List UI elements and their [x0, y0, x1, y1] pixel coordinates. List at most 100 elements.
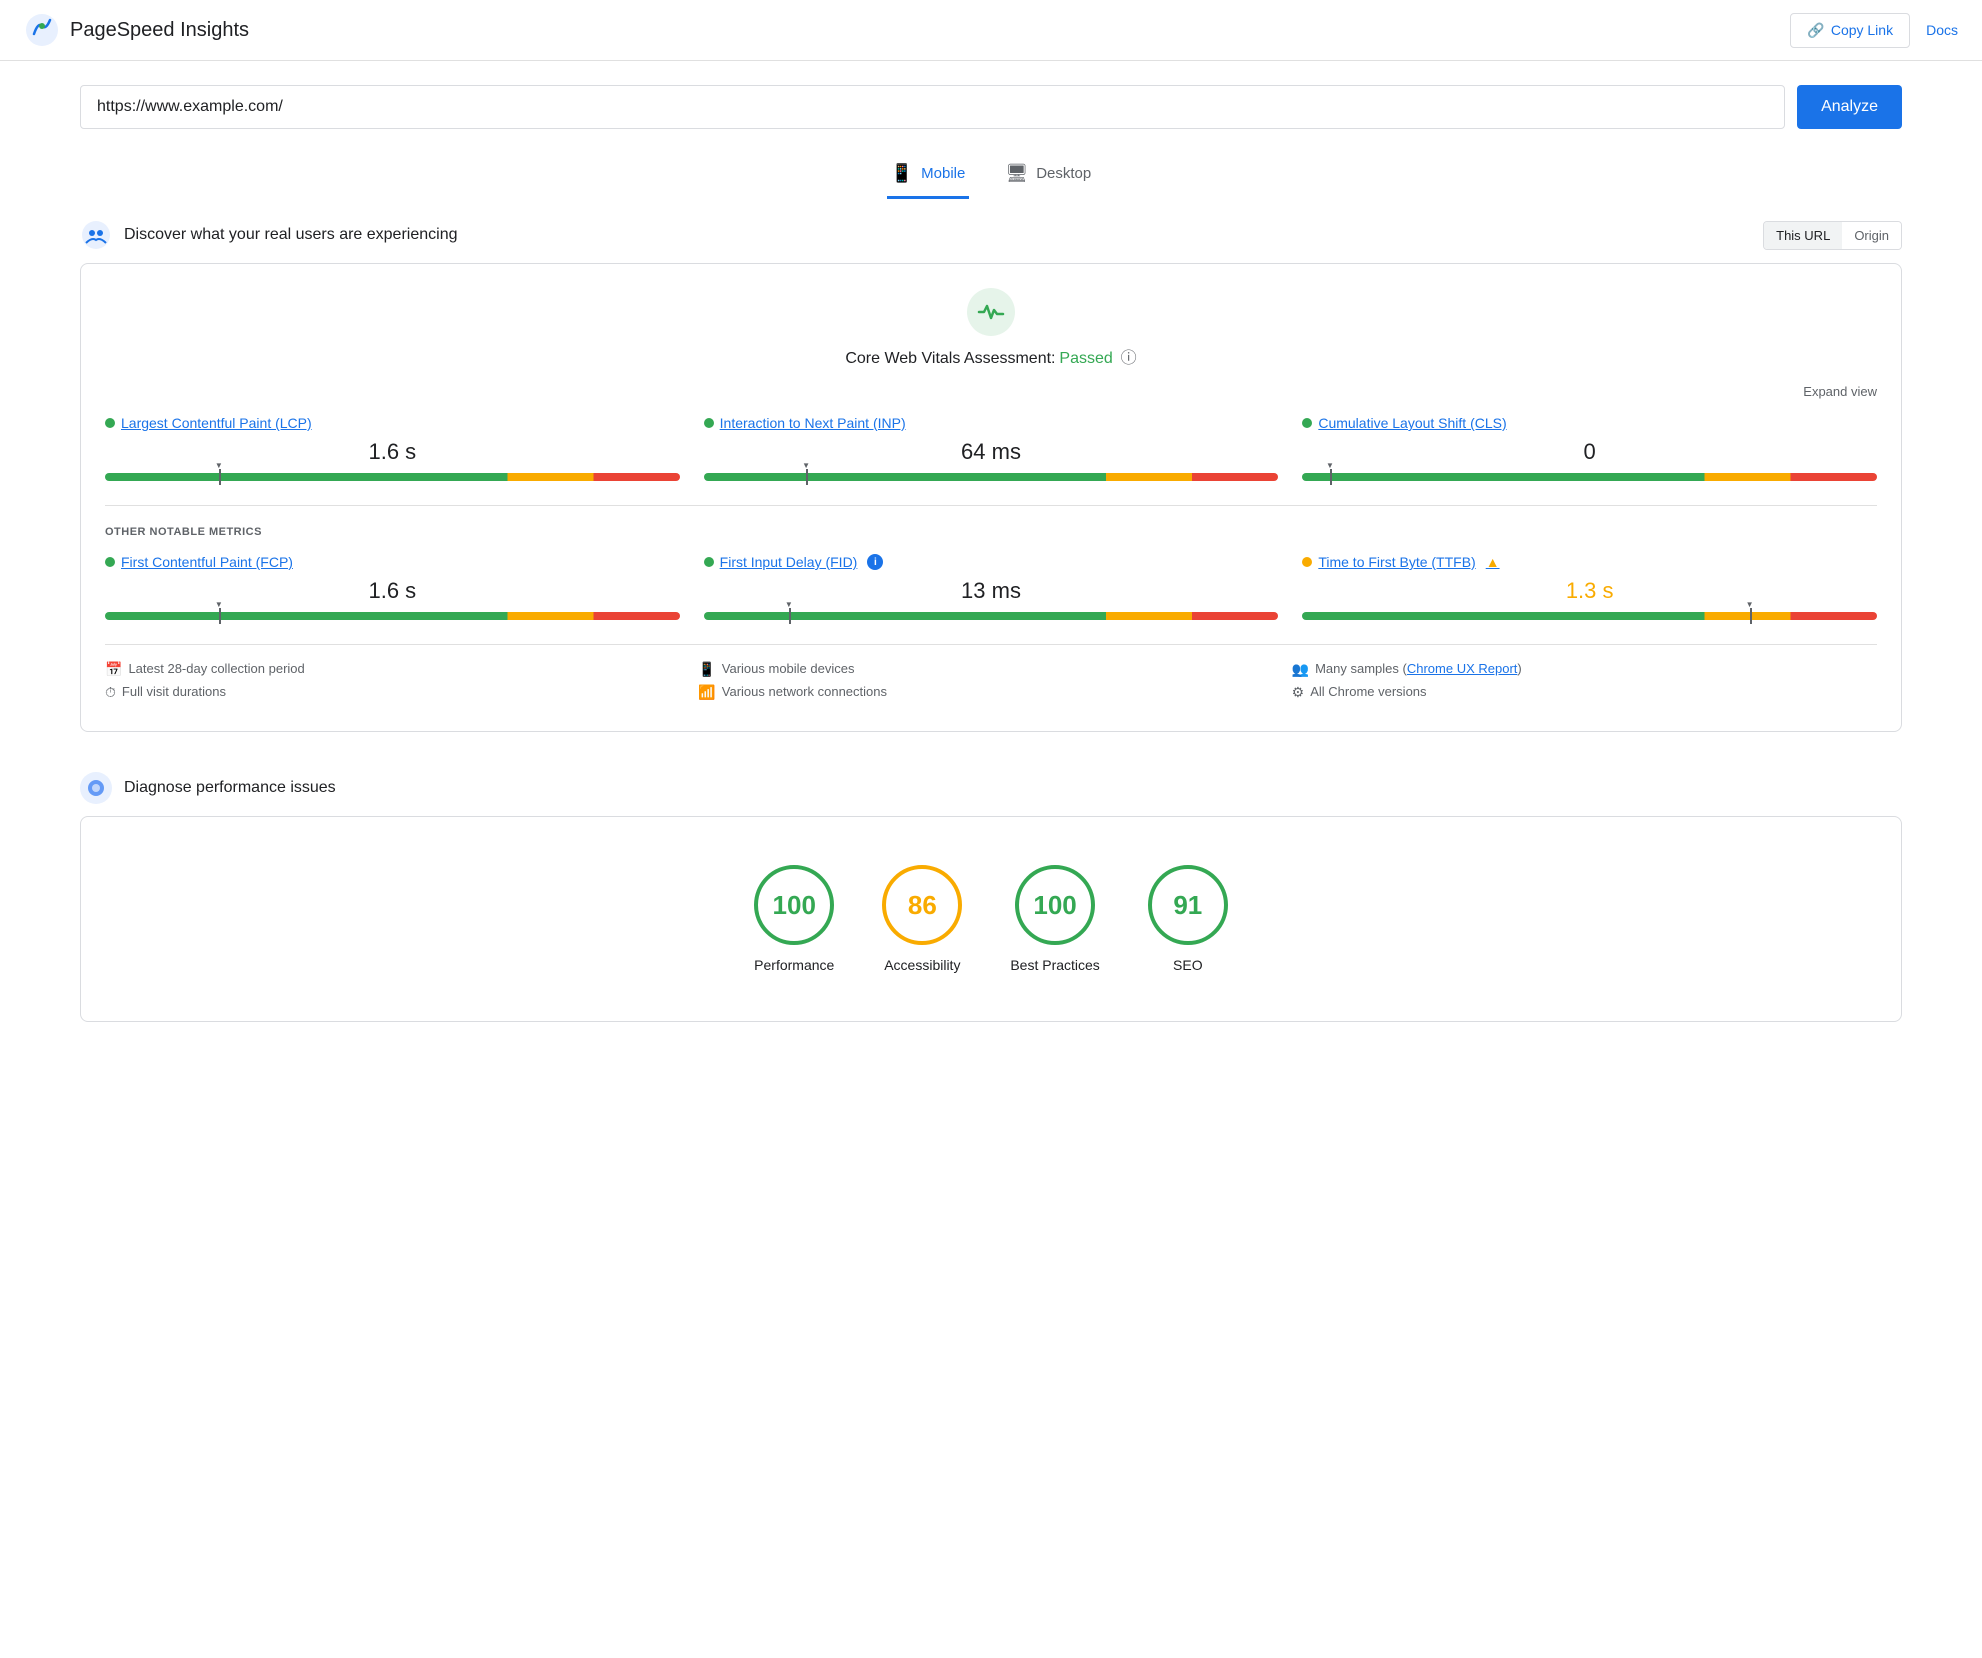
fcp-marker [219, 608, 221, 624]
other-metrics-label: OTHER NOTABLE METRICS [105, 526, 1877, 538]
lcp-progress [105, 473, 680, 481]
fcp-label[interactable]: First Contentful Paint (FCP) [105, 554, 680, 570]
lcp-marker [219, 469, 221, 485]
fcp-track [105, 612, 680, 620]
cls-status-dot [1302, 418, 1312, 428]
footer-chrome-versions: ⚙ All Chrome versions [1292, 684, 1877, 701]
mobile-icon: 📱 [891, 163, 913, 184]
people-icon: 👥 [1292, 661, 1309, 678]
inp-progress [704, 473, 1279, 481]
clock-icon: ⏱ [105, 684, 116, 701]
fid-progress [704, 612, 1279, 620]
copy-link-button[interactable]: 🔗 Copy Link [1790, 13, 1910, 48]
footer-samples: 👥 Many samples (Chrome UX Report) [1292, 661, 1877, 678]
metric-inp: Interaction to Next Paint (INP) 64 ms [704, 415, 1279, 485]
calendar-icon: 📅 [105, 661, 122, 678]
score-performance: 100 Performance [754, 865, 834, 973]
footer-col-2: 📱 Various mobile devices 📶 Various netwo… [698, 661, 1283, 707]
header-actions: 🔗 Copy Link Docs [1790, 13, 1958, 48]
cls-label[interactable]: Cumulative Layout Shift (CLS) [1302, 415, 1877, 431]
footer-col-3: 👥 Many samples (Chrome UX Report) ⚙ All … [1292, 661, 1877, 707]
footer-network: 📶 Various network connections [698, 684, 1283, 701]
accessibility-circle: 86 [882, 865, 962, 945]
scores-grid: 100 Performance 86 Accessibility 100 Bes… [105, 841, 1877, 997]
fid-label[interactable]: First Input Delay (FID) i [704, 554, 1279, 570]
metric-fcp: First Contentful Paint (FCP) 1.6 s [105, 554, 680, 624]
fcp-progress [105, 612, 680, 620]
real-users-title: Discover what your real users are experi… [124, 226, 457, 244]
origin-button[interactable]: Origin [1842, 222, 1901, 249]
cwv-icon-area [967, 288, 1015, 336]
search-area: Analyze [0, 61, 1982, 145]
fcp-value: 1.6 s [105, 578, 680, 604]
diagnose-title: Diagnose performance issues [124, 779, 336, 797]
cwv-status: Passed [1059, 350, 1112, 367]
fid-info-icon[interactable]: i [867, 554, 883, 570]
app-title: PageSpeed Insights [70, 19, 249, 42]
ttfb-triangle-icon: ▲ [1486, 554, 1500, 570]
footer-col-1: 📅 Latest 28-day collection period ⏱ Full… [105, 661, 690, 707]
lcp-label[interactable]: Largest Contentful Paint (LCP) [105, 415, 680, 431]
metric-cls: Cumulative Layout Shift (CLS) 0 [1302, 415, 1877, 485]
fcp-status-dot [105, 557, 115, 567]
diagnose-icon [80, 772, 112, 804]
tab-desktop[interactable]: 🖥 Desktop [1001, 153, 1095, 199]
metrics-divider [105, 505, 1877, 506]
score-seo: 91 SEO [1148, 865, 1228, 973]
performance-label: Performance [754, 957, 834, 973]
metric-ttfb: Time to First Byte (TTFB) ▲ 1.3 s [1302, 554, 1877, 624]
footer-mobile-devices: 📱 Various mobile devices [698, 661, 1283, 678]
link-icon: 🔗 [1807, 22, 1824, 39]
logo-area: PageSpeed Insights [24, 12, 249, 48]
ttfb-status-dot [1302, 557, 1312, 567]
cls-progress [1302, 473, 1877, 481]
score-best-practices: 100 Best Practices [1010, 865, 1099, 973]
desktop-icon: 🖥 [1005, 163, 1028, 184]
cwv-info-icon[interactable]: ⓘ [1121, 350, 1137, 367]
header: PageSpeed Insights 🔗 Copy Link Docs [0, 0, 1982, 61]
mobile-footer-icon: 📱 [698, 661, 715, 678]
this-url-button[interactable]: This URL [1764, 222, 1842, 249]
best-practices-circle: 100 [1015, 865, 1095, 945]
card-footer: 📅 Latest 28-day collection period ⏱ Full… [105, 644, 1877, 707]
seo-circle: 91 [1148, 865, 1228, 945]
users-icon [80, 219, 112, 251]
metric-lcp: Largest Contentful Paint (LCP) 1.6 s [105, 415, 680, 485]
cls-marker [1330, 469, 1332, 485]
scores-card: 100 Performance 86 Accessibility 100 Bes… [80, 816, 1902, 1022]
chrome-ux-report-link[interactable]: Chrome UX Report [1407, 661, 1518, 676]
inp-track [704, 473, 1279, 481]
footer-visit-duration: ⏱ Full visit durations [105, 684, 690, 701]
lcp-track [105, 473, 680, 481]
lcp-value: 1.6 s [105, 439, 680, 465]
score-accessibility: 86 Accessibility [882, 865, 962, 973]
url-origin-toggle: This URL Origin [1763, 221, 1902, 250]
tab-bar: 📱 Mobile 🖥 Desktop [0, 145, 1982, 199]
cwv-pulse-icon [967, 288, 1015, 336]
analyze-button[interactable]: Analyze [1797, 85, 1902, 129]
pulse-svg [977, 298, 1005, 326]
best-practices-label: Best Practices [1010, 957, 1099, 973]
tab-mobile[interactable]: 📱 Mobile [887, 153, 970, 199]
cls-track [1302, 473, 1877, 481]
metric-fid: First Input Delay (FID) i 13 ms [704, 554, 1279, 624]
lcp-status-dot [105, 418, 115, 428]
cwv-title-row: Core Web Vitals Assessment: Passed ⓘ [845, 344, 1136, 368]
expand-view-link[interactable]: Expand view [105, 384, 1877, 399]
cwv-card: Core Web Vitals Assessment: Passed ⓘ Exp… [80, 263, 1902, 732]
fid-status-dot [704, 557, 714, 567]
accessibility-label: Accessibility [884, 957, 960, 973]
docs-link[interactable]: Docs [1926, 22, 1958, 38]
footer-collection-period: 📅 Latest 28-day collection period [105, 661, 690, 678]
ttfb-label[interactable]: Time to First Byte (TTFB) ▲ [1302, 554, 1877, 570]
section-title-area: Discover what your real users are experi… [80, 219, 457, 251]
cwv-header: Core Web Vitals Assessment: Passed ⓘ [105, 288, 1877, 368]
ttfb-progress [1302, 612, 1877, 620]
inp-label[interactable]: Interaction to Next Paint (INP) [704, 415, 1279, 431]
url-input[interactable] [80, 85, 1785, 129]
real-users-header: Discover what your real users are experi… [0, 199, 1982, 263]
pagespeed-logo [24, 12, 60, 48]
diagnose-header: Diagnose performance issues [0, 752, 1982, 816]
performance-circle: 100 [754, 865, 834, 945]
wifi-icon: 📶 [698, 684, 715, 701]
